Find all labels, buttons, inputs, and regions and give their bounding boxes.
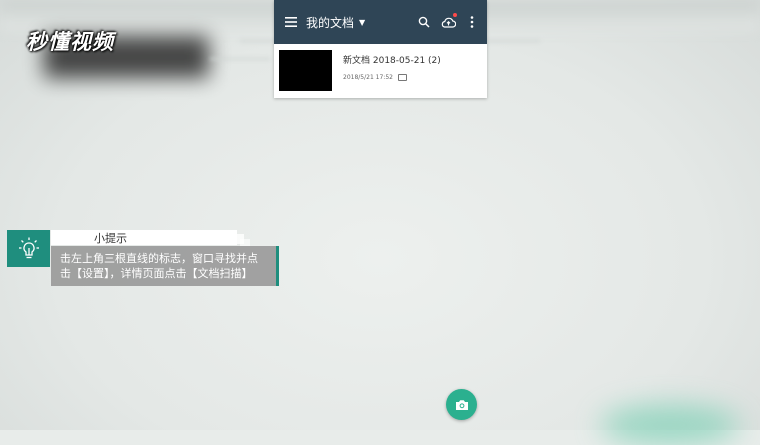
- document-thumbnail: [279, 50, 332, 91]
- folder-title-dropdown[interactable]: 我的文档 ▼: [306, 14, 365, 31]
- blurred-line: [210, 58, 270, 60]
- hamburger-menu-icon[interactable]: [276, 17, 306, 27]
- tip-body-text: 击左上角三根直线的标志，窗口寻找并点 击【设置】，详情页面点击【文档扫描】: [51, 246, 279, 286]
- page-count-icon: [397, 74, 407, 81]
- folder-title: 我的文档: [306, 15, 355, 30]
- caret-down-icon: ▼: [359, 17, 366, 27]
- tip-decoration: [240, 239, 250, 246]
- document-date: 2018/5/21 17:52: [343, 74, 393, 81]
- camera-button[interactable]: [446, 389, 477, 420]
- tip-title: 小提示: [94, 231, 127, 245]
- search-icon[interactable]: [415, 13, 433, 31]
- tip-header: 小提示: [51, 230, 237, 245]
- lightbulb-icon: [7, 230, 50, 267]
- app-window: 我的文档 ▼ 新文档 2018-05-21 (2) 2018/5/21 17:5…: [274, 0, 487, 98]
- watermark-logo: 秒懂视频: [26, 30, 114, 54]
- document-list-item[interactable]: 新文档 2018-05-21 (2) 2018/5/21 17:52: [274, 44, 487, 97]
- document-meta: 新文档 2018-05-21 (2) 2018/5/21 17:52: [343, 50, 441, 91]
- camera-icon: [455, 399, 468, 410]
- more-vert-icon[interactable]: [463, 13, 481, 31]
- notification-dot: [453, 13, 457, 17]
- toolbar-actions: [415, 13, 481, 31]
- document-date-row: 2018/5/21 17:52: [343, 74, 441, 81]
- document-name: 新文档 2018-05-21 (2): [343, 56, 441, 66]
- blurred-blob: [600, 405, 740, 445]
- cloud-sync-icon[interactable]: [439, 13, 457, 31]
- app-toolbar: 我的文档 ▼: [274, 0, 487, 44]
